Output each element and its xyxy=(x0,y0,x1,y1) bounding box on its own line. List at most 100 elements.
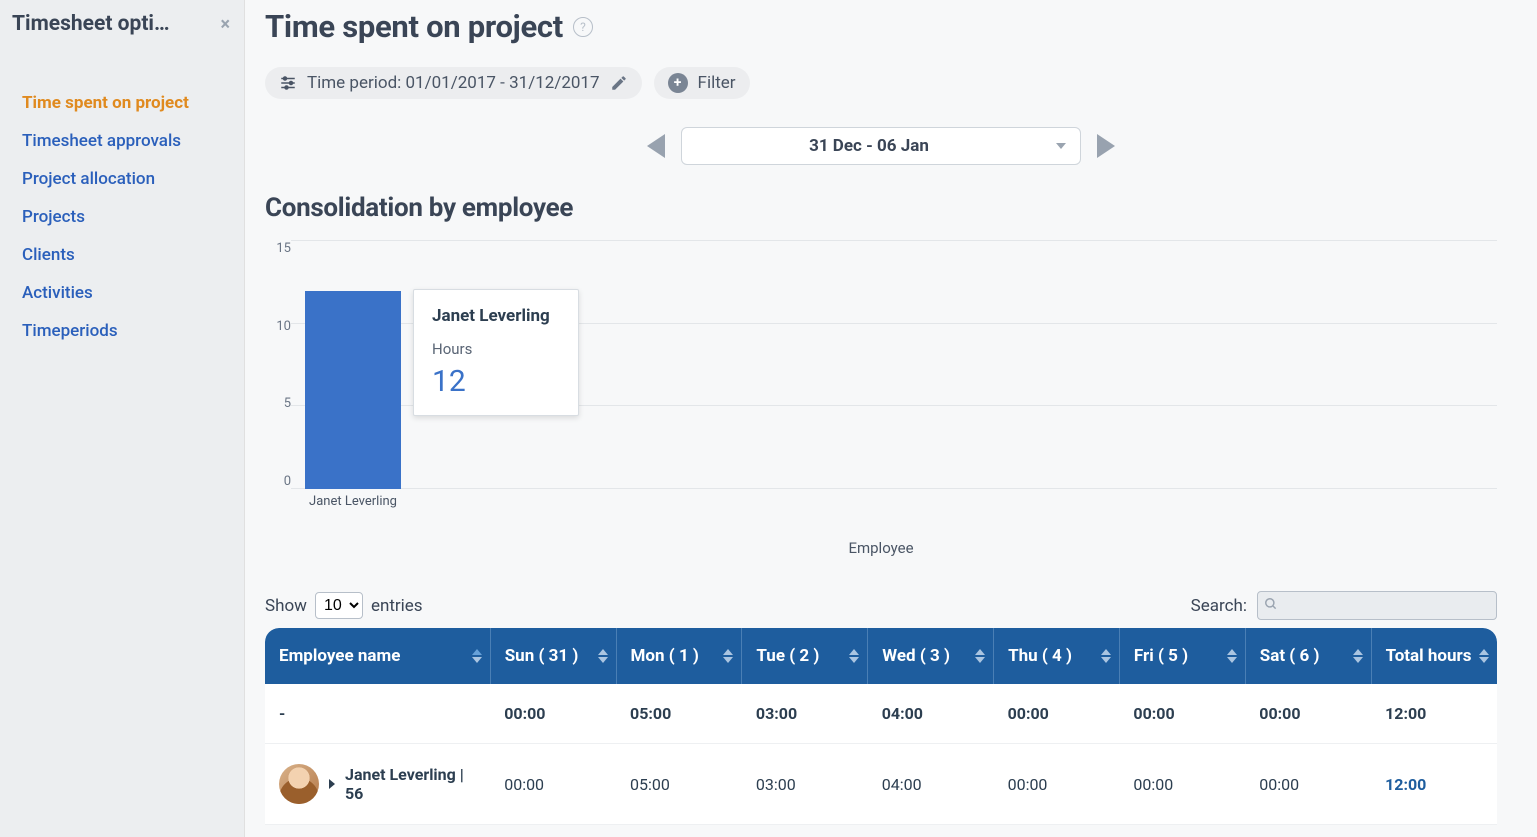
prev-week-button[interactable] xyxy=(647,134,665,158)
time-period-text: Time period: 01/01/2017 - 31/12/2017 xyxy=(307,73,600,93)
table-wrap: Employee name Sun ( 31 ) Mon ( 1 ) Tue ( 2 … xyxy=(265,628,1497,825)
column-header[interactable]: Sat ( 6 ) xyxy=(1245,628,1371,684)
column-header[interactable]: Fri ( 5 ) xyxy=(1119,628,1245,684)
sort-icon xyxy=(1479,649,1489,663)
sort-icon xyxy=(975,649,985,663)
sidebar-item-clients[interactable]: Clients xyxy=(0,236,244,274)
sidebar-items: Time spent on projectTimesheet approvals… xyxy=(0,50,244,350)
table-cell: 12:00 xyxy=(1371,684,1497,744)
page-title: Time spent on project xyxy=(265,8,563,45)
sidebar-header: Timesheet opti… × xyxy=(0,0,244,50)
next-week-button[interactable] xyxy=(1097,134,1115,158)
sidebar-item-time-spent-on-project[interactable]: Time spent on project xyxy=(0,84,244,122)
y-tick-label: 10 xyxy=(276,319,291,334)
entries-select[interactable]: 10 xyxy=(315,592,363,619)
avatar xyxy=(279,764,319,804)
expand-icon[interactable] xyxy=(329,779,335,789)
total-hours-link[interactable]: 12:00 xyxy=(1385,775,1426,794)
sidebar-item-timesheet-approvals[interactable]: Timesheet approvals xyxy=(0,122,244,160)
column-header[interactable]: Wed ( 3 ) xyxy=(868,628,994,684)
column-label: Wed ( 3 ) xyxy=(882,646,950,666)
table-cell: 00:00 xyxy=(1245,744,1371,825)
sort-icon xyxy=(1227,649,1237,663)
sort-icon xyxy=(723,649,733,663)
column-label: Sun ( 31 ) xyxy=(505,646,579,666)
table-cell: 05:00 xyxy=(616,684,742,744)
sidebar-item-activities[interactable]: Activities xyxy=(0,274,244,312)
sliders-icon xyxy=(279,74,297,92)
sidebar: Timesheet opti… × Time spent on projectT… xyxy=(0,0,245,837)
column-label: Employee name xyxy=(279,646,400,666)
column-header[interactable]: Thu ( 4 ) xyxy=(994,628,1120,684)
sidebar-item-timeperiods[interactable]: Timeperiods xyxy=(0,312,244,350)
table-cell: 00:00 xyxy=(1245,684,1371,744)
table-cell: - xyxy=(265,684,490,744)
date-range-select[interactable]: 31 Dec - 06 Jan xyxy=(681,127,1081,165)
column-header[interactable]: Mon ( 1 ) xyxy=(616,628,742,684)
sort-icon xyxy=(598,649,608,663)
sort-icon xyxy=(1101,649,1111,663)
column-header[interactable]: Sun ( 31 ) xyxy=(490,628,616,684)
employee-name: Janet Leverling | 56 xyxy=(345,765,476,803)
column-label: Total hours xyxy=(1386,646,1472,666)
table-row: Janet Leverling | 5600:0005:0003:0004:00… xyxy=(265,744,1497,825)
filter-chip[interactable]: + Filter xyxy=(654,67,750,99)
table-body: -00:0005:0003:0004:0000:0000:0000:0012:0… xyxy=(265,684,1497,825)
column-label: Mon ( 1 ) xyxy=(631,646,699,666)
chart-bar[interactable] xyxy=(305,291,401,489)
tooltip-name: Janet Leverling xyxy=(432,306,550,326)
table-cell: 00:00 xyxy=(1119,684,1245,744)
sidebar-item-projects[interactable]: Projects xyxy=(0,198,244,236)
column-header[interactable]: Tue ( 2 ) xyxy=(742,628,868,684)
sort-icon xyxy=(1353,649,1363,663)
help-icon[interactable]: ? xyxy=(573,17,593,37)
employee-name-cell: Janet Leverling | 56 xyxy=(265,744,490,825)
close-icon[interactable]: × xyxy=(220,14,230,35)
x-category-label: Janet Leverling xyxy=(293,494,413,509)
date-range-text: 31 Dec - 06 Jan xyxy=(809,136,929,156)
table-cell: 03:00 xyxy=(742,684,868,744)
table-cell: 00:00 xyxy=(994,744,1120,825)
search-input[interactable] xyxy=(1257,591,1497,620)
filter-label: Filter xyxy=(698,73,736,93)
table-controls: Show 10 entries Search: xyxy=(265,591,1497,620)
tooltip-metric-value: 12 xyxy=(432,364,550,399)
column-header[interactable]: Total hours xyxy=(1371,628,1497,684)
table-row: -00:0005:0003:0004:0000:0000:0000:0012:0… xyxy=(265,684,1497,744)
chart-plot: Janet LeverlingJanet LeverlingHours12 xyxy=(291,241,1497,489)
search-box: Search: xyxy=(1191,591,1497,620)
column-label: Tue ( 2 ) xyxy=(756,646,819,666)
search-input-wrap xyxy=(1257,591,1497,620)
pencil-icon[interactable] xyxy=(610,74,628,92)
column-label: Sat ( 6 ) xyxy=(1260,646,1320,666)
show-label-pre: Show xyxy=(265,596,307,616)
section-title: Consolidation by employee xyxy=(265,193,1497,223)
column-label: Fri ( 5 ) xyxy=(1134,646,1188,666)
main-content: Time spent on project ? Time period: 01/… xyxy=(245,0,1537,837)
y-tick-label: 15 xyxy=(276,241,291,256)
show-entries: Show 10 entries xyxy=(265,592,423,619)
table-cell: 05:00 xyxy=(616,744,742,825)
chart-x-axis-label: Employee xyxy=(265,539,1497,557)
chevron-down-icon xyxy=(1056,143,1066,149)
y-tick-label: 0 xyxy=(284,474,291,489)
y-tick-label: 5 xyxy=(284,396,291,411)
sidebar-title: Timesheet opti… xyxy=(12,12,214,36)
plus-icon[interactable]: + xyxy=(668,73,688,93)
gridline xyxy=(291,488,1497,489)
time-period-chip[interactable]: Time period: 01/01/2017 - 31/12/2017 xyxy=(265,67,642,99)
table-cell: 04:00 xyxy=(868,744,994,825)
timesheet-table: Employee name Sun ( 31 ) Mon ( 1 ) Tue ( 2 … xyxy=(265,628,1497,825)
table-cell: 00:00 xyxy=(1119,744,1245,825)
table-cell: 00:00 xyxy=(490,744,616,825)
search-label: Search: xyxy=(1191,596,1247,616)
table-cell: 03:00 xyxy=(742,744,868,825)
sort-icon xyxy=(472,649,482,663)
page-title-row: Time spent on project ? xyxy=(265,8,1497,45)
table-cell: 04:00 xyxy=(868,684,994,744)
table-cell: 00:00 xyxy=(994,684,1120,744)
column-header[interactable]: Employee name xyxy=(265,628,490,684)
column-label: Thu ( 4 ) xyxy=(1008,646,1072,666)
show-label-post: entries xyxy=(371,596,423,616)
sidebar-item-project-allocation[interactable]: Project allocation xyxy=(0,160,244,198)
